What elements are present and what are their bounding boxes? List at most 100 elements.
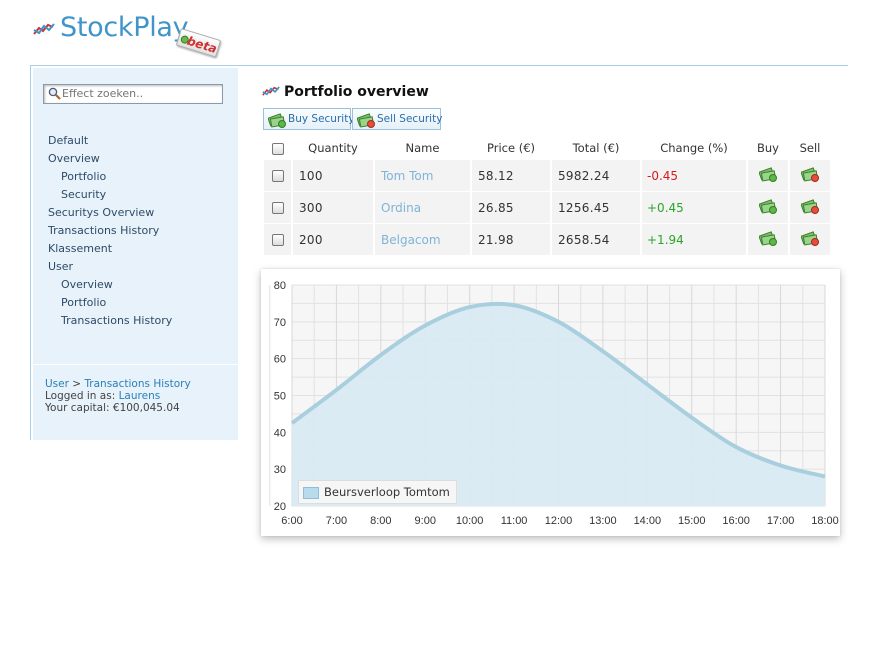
buy-icon[interactable] (758, 230, 777, 249)
y-tick-label: 30 (274, 464, 286, 476)
buy-icon[interactable] (758, 198, 777, 217)
x-tick-label: 8:00 (370, 515, 391, 527)
breadcrumb-separator: > (72, 378, 82, 390)
y-tick-label: 50 (274, 391, 286, 403)
money-sell-icon (357, 113, 375, 128)
y-tick-label: 80 (274, 280, 286, 292)
y-tick-label: 70 (274, 317, 286, 329)
change-value: +1.94 (647, 232, 684, 247)
app-name: StockPlay (60, 12, 189, 43)
beta-badge: beta (175, 28, 222, 58)
logged-in-label: Logged in as: (45, 390, 116, 402)
breadcrumb: User > Transactions History (45, 378, 191, 390)
y-tick-label: 60 (274, 354, 286, 366)
x-tick-label: 11:00 (501, 515, 528, 527)
search-box[interactable] (43, 84, 223, 104)
sell-security-label: Sell Security (377, 113, 443, 125)
col-name[interactable]: Name (375, 136, 470, 160)
price-cell: 58.12 (472, 160, 550, 192)
price-cell: 26.85 (472, 192, 550, 224)
quantity-cell: 100 (293, 160, 373, 192)
money-buy-icon (268, 113, 286, 128)
buy-cell (748, 224, 788, 256)
security-name-link[interactable]: Ordina (375, 192, 470, 224)
change-cell: -0.45 (642, 160, 746, 192)
col-sell: Sell (799, 141, 821, 155)
change-cell: +1.94 (642, 224, 746, 256)
sidebar-item-klassement[interactable]: Klassement (48, 240, 172, 258)
x-tick-label: 6:00 (281, 515, 302, 527)
sidebar-item-default[interactable]: Default (48, 132, 172, 150)
sell-cell (790, 224, 830, 256)
sidebar-item-transactions-history[interactable]: Transactions History (48, 222, 172, 240)
x-tick-label: 15:00 (678, 515, 706, 527)
x-tick-label: 18:00 (811, 515, 839, 527)
row-checkbox[interactable] (271, 202, 284, 214)
user-info: User > Transactions History Logged in as… (45, 378, 191, 414)
chart-legend: Beursverloop Tomtom (298, 480, 457, 504)
sidebar-nav: Default Overview Portfolio Security Security… (48, 132, 172, 330)
x-tick-label: 16:00 (722, 515, 750, 527)
x-tick-label: 14:00 (634, 515, 662, 527)
sidebar-item-portfolio[interactable]: Portfolio (48, 168, 172, 186)
sell-cell (790, 160, 830, 192)
sidebar-divider (33, 364, 238, 365)
col-buy: Buy (757, 141, 779, 155)
row-select-cell (264, 224, 291, 256)
security-name-link[interactable]: Belgacom (375, 224, 470, 256)
stock-chart-icon (262, 86, 280, 96)
x-tick-label: 9:00 (415, 515, 436, 527)
buy-cell (748, 192, 788, 224)
sell-security-button[interactable]: Sell Security (352, 108, 443, 130)
x-tick-label: 17:00 (767, 515, 795, 527)
quantity-cell: 200 (293, 224, 373, 256)
x-tick-label: 12:00 (545, 515, 573, 527)
buy-security-label: Buy Security (288, 113, 355, 125)
logged-in-line: Logged in as: Laurens (45, 390, 191, 402)
breadcrumb-current-link[interactable]: Transactions History (84, 378, 190, 390)
breadcrumb-user-link[interactable]: User (45, 378, 69, 390)
content-border (30, 65, 31, 440)
select-all-checkbox[interactable] (271, 142, 284, 155)
row-select-cell (264, 192, 291, 224)
sidebar-item-portfolio[interactable]: Portfolio (48, 294, 172, 312)
username-link[interactable]: Laurens (119, 390, 161, 402)
table-header-row: Quantity Name Price (€) Total (€) Change… (264, 136, 830, 160)
change-value: -0.45 (647, 168, 679, 183)
row-checkbox[interactable] (271, 170, 284, 182)
col-change[interactable]: Change (%) (642, 136, 746, 160)
capital-text: Your capital: €100,045.04 (45, 402, 180, 414)
y-tick-label: 20 (274, 501, 286, 513)
header-divider (30, 65, 848, 66)
sidebar-item-security[interactable]: Security (48, 186, 172, 204)
table-row: 300 Ordina 26.85 1256.45 +0.45 (264, 192, 830, 224)
table-row: 100 Tom Tom 58.12 5982.24 -0.45 (264, 160, 830, 192)
buy-security-button[interactable]: Buy Security (263, 108, 355, 130)
buy-icon[interactable] (758, 166, 777, 185)
price-cell: 21.98 (472, 224, 550, 256)
col-quantity[interactable]: Quantity (293, 136, 373, 160)
row-checkbox[interactable] (271, 234, 284, 246)
sidebar-item-overview[interactable]: Overview (48, 276, 172, 294)
sidebar-item-transactions-history[interactable]: Transactions History (48, 312, 172, 330)
sell-icon[interactable] (800, 166, 819, 185)
sidebar-item-securitys-overview[interactable]: Securitys Overview (48, 204, 172, 222)
change-cell: +0.45 (642, 192, 746, 224)
portfolio-table: Quantity Name Price (€) Total (€) Change… (262, 136, 832, 256)
x-tick-label: 7:00 (326, 515, 347, 527)
sidebar: DefaultOverviewPortfolioSecuritySecurity… (33, 68, 238, 440)
total-cell: 5982.24 (552, 160, 640, 192)
x-tick-label: 13:00 (589, 515, 617, 527)
buy-cell (748, 160, 788, 192)
sell-icon[interactable] (800, 230, 819, 249)
price-chart: 20 30 40 50 60 70 80 6:00 7:00 8:00 9:00 10:00 11:00… (261, 269, 840, 536)
search-input[interactable] (62, 86, 217, 101)
col-price[interactable]: Price (€) (472, 136, 550, 160)
sidebar-item-overview[interactable]: Overview (48, 150, 172, 168)
security-name-link[interactable]: Tom Tom (375, 160, 470, 192)
total-cell: 2658.54 (552, 224, 640, 256)
sell-icon[interactable] (800, 198, 819, 217)
sidebar-item-user[interactable]: User (48, 258, 172, 276)
col-total[interactable]: Total (€) (552, 136, 640, 160)
stock-chart-icon (33, 23, 55, 35)
